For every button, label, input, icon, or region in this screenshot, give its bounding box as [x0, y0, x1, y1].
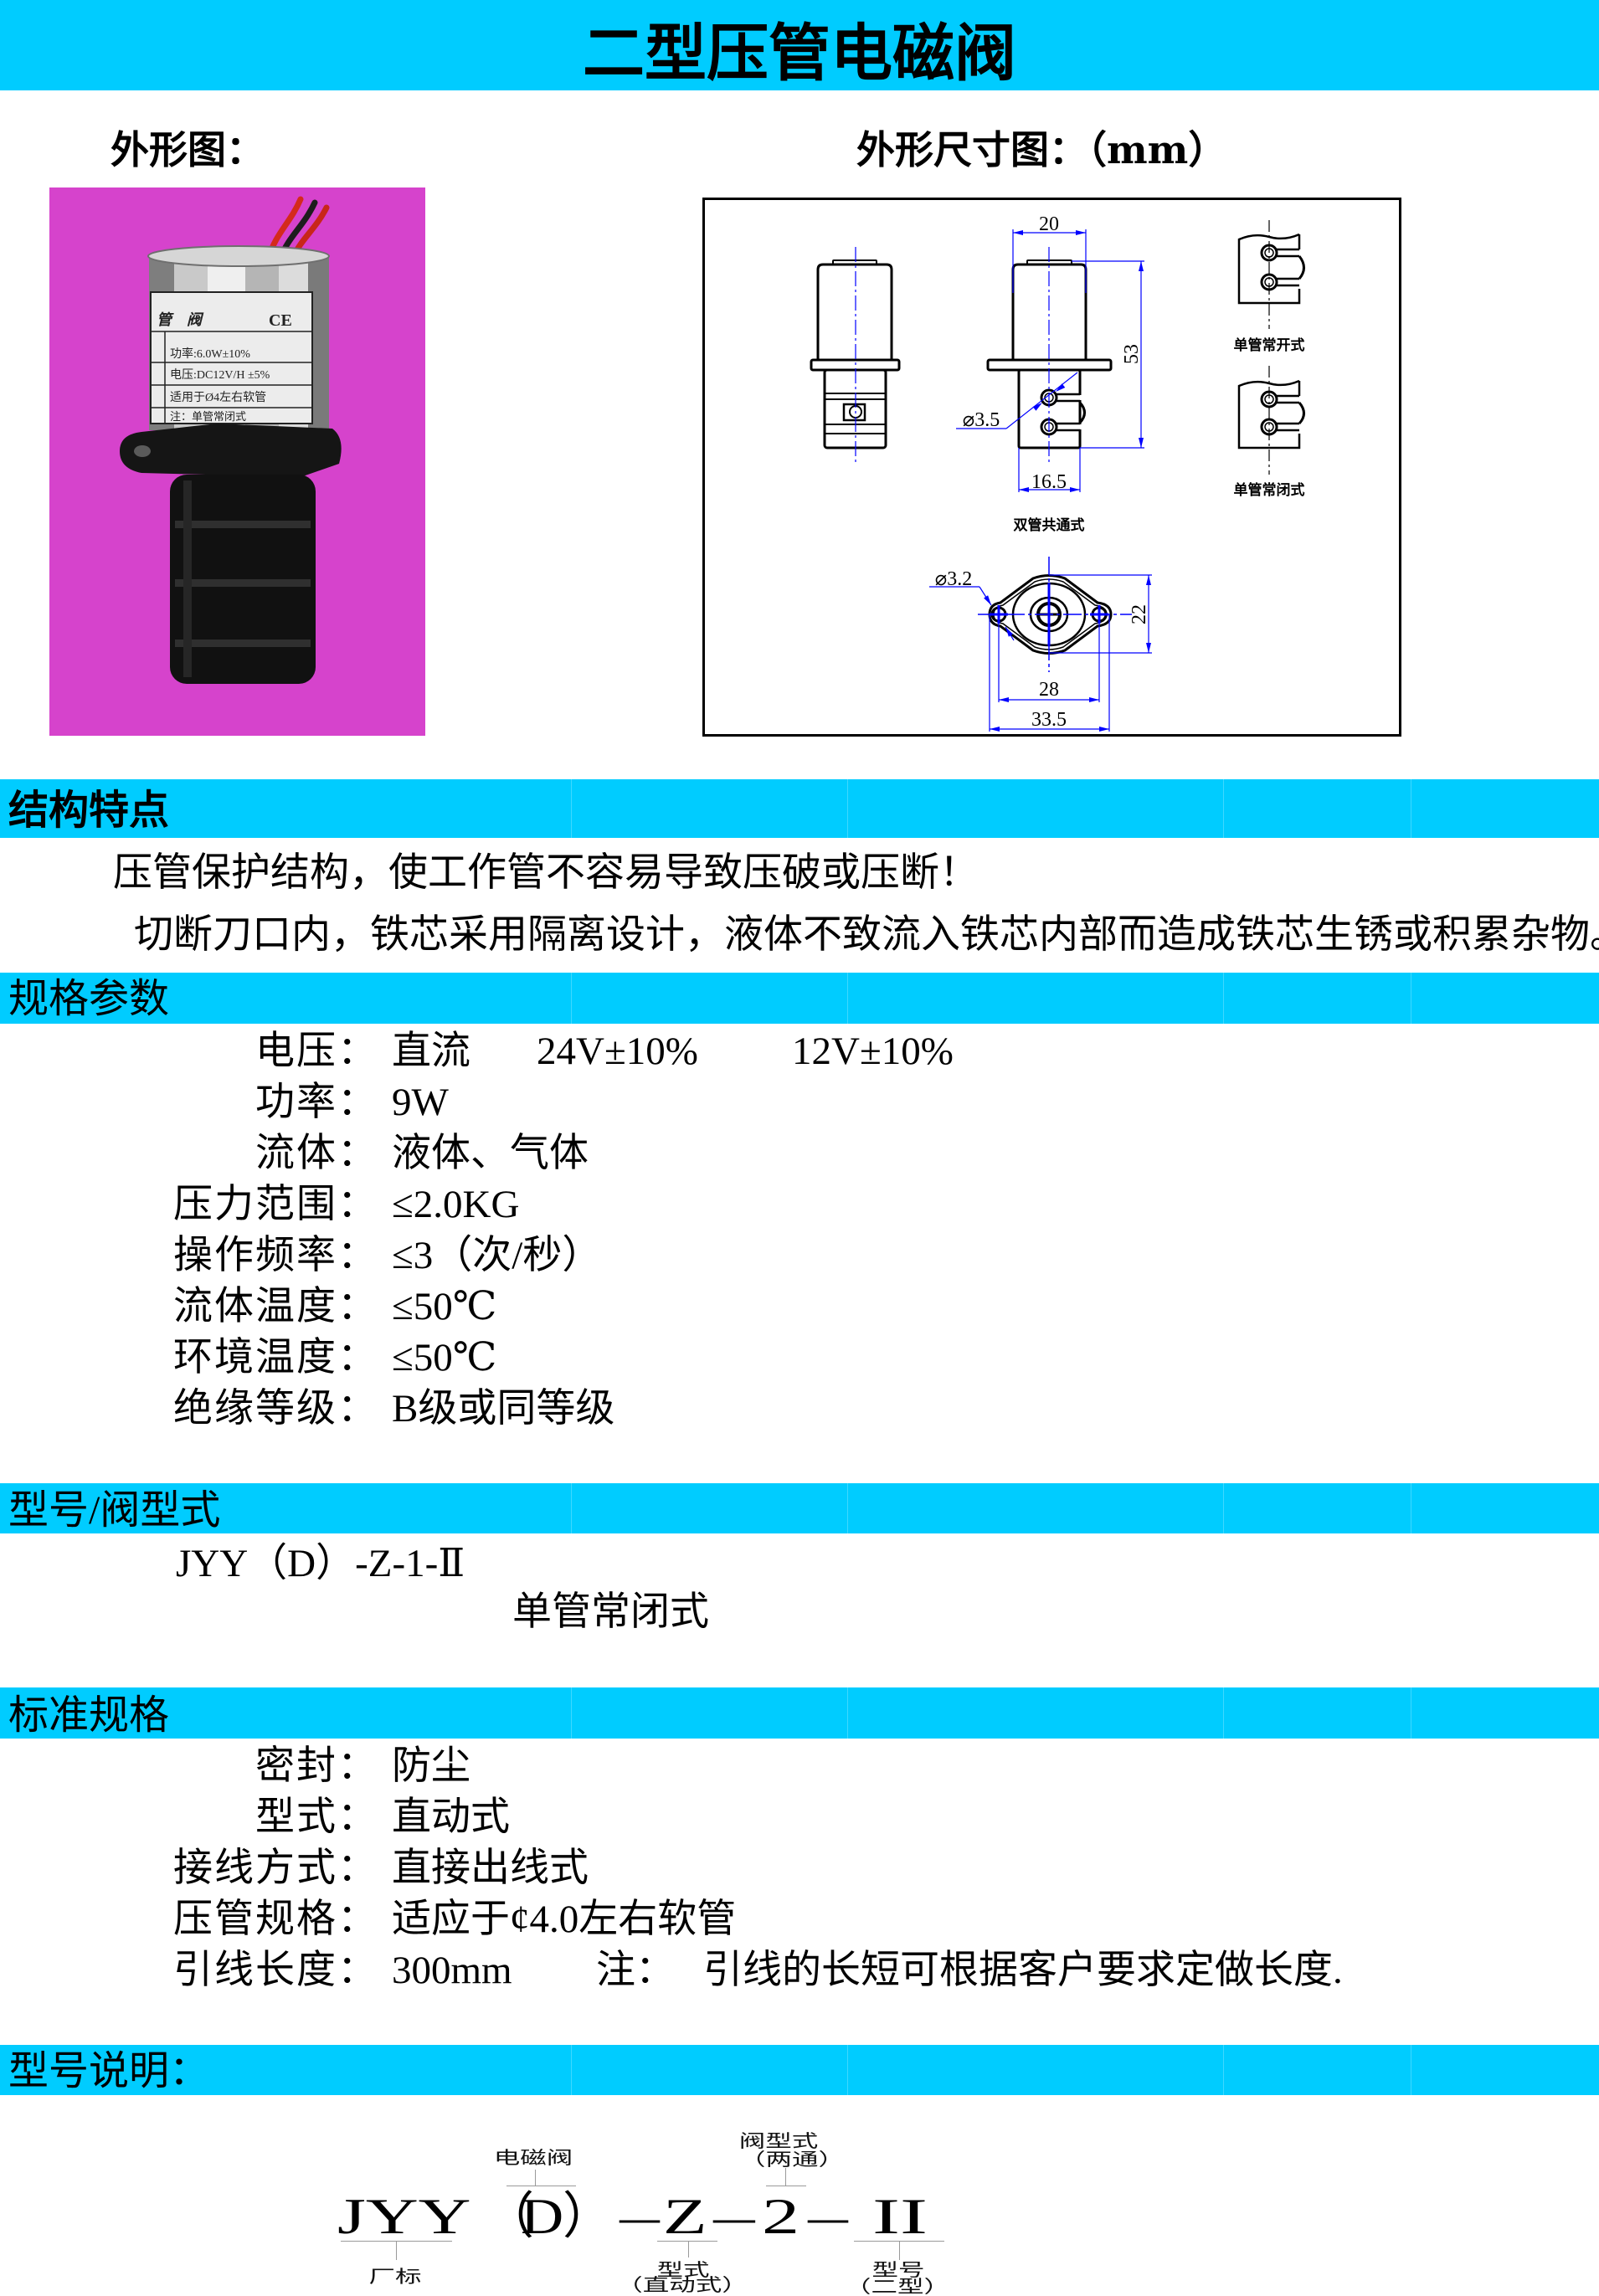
- code-token-ii: II: [872, 2189, 928, 2244]
- spec-label: 功率：: [255, 1081, 378, 1124]
- dim-label-hole-spacing: 28: [1039, 679, 1059, 701]
- dim-label-height: 53: [1121, 344, 1143, 364]
- dim-label-base-width: 16.5: [1031, 471, 1067, 493]
- section-heading-standard: 标准规格: [8, 1693, 170, 1738]
- nameplate-line: 适用于Ø4左右软管: [170, 391, 266, 404]
- nameplate-label: 管 阀 CE 功率:6.0W±10% 电压:DC12V/H ±5% 适用于Ø4左…: [150, 291, 313, 424]
- dim-label-flange-width: 33.5: [1031, 709, 1067, 731]
- standard-value: 防尘: [392, 1744, 470, 1788]
- spec-value: 液体、气体: [392, 1132, 589, 1175]
- caption-single-open: 单管常开式: [1234, 336, 1305, 353]
- leader-tick-valve-type: [785, 2168, 786, 2186]
- spec-value: 9W: [392, 1081, 449, 1124]
- code-token-dash: —: [620, 2189, 660, 2244]
- spec-label: 操作频率：: [173, 1234, 378, 1277]
- section-heading-features: 结构特点: [8, 787, 170, 834]
- datasheet-page: 二型压管电磁阀 外形图： 外形尺寸图：（mm） 管 阀 CE 功率:6.0W±1…: [0, 0, 1599, 2296]
- section-band-model-explain: [0, 2045, 1599, 2095]
- dim-label-flange-height: 22: [1129, 604, 1150, 624]
- section-band-features: [0, 779, 1599, 838]
- standard-label: 引线长度：: [173, 1949, 378, 1992]
- code-token-d: D: [521, 2189, 564, 2244]
- nameplate-title: 管 阀: [157, 311, 204, 328]
- caption-single-closed: 单管常闭式: [1234, 481, 1305, 498]
- model-code: JYY（D）-Z-1-Ⅱ: [176, 1542, 465, 1585]
- product-photo: 管 阀 CE 功率:6.0W±10% 电压:DC12V/H ±5% 适用于Ø4左…: [49, 187, 425, 736]
- standard-label: 密封：: [255, 1744, 378, 1788]
- spec-value-12v: 12V±10%: [792, 1030, 954, 1073]
- standard-label: 压管规格：: [173, 1898, 378, 1941]
- annotation-brand: 厂标: [368, 2267, 422, 2287]
- dimension-drawing: 20 53 ⌀3.5 16.5 双管共通式 单管常开式 单管常闭式 22 28 …: [702, 198, 1401, 737]
- single-open-view: [1237, 233, 1305, 305]
- page-title: 二型压管电磁阀: [583, 18, 1016, 90]
- code-token-dash: —: [713, 2189, 755, 2244]
- section-band-standard: [0, 1687, 1599, 1739]
- photo-heading: 外形图：: [111, 127, 265, 172]
- standard-label: 接线方式：: [173, 1847, 378, 1890]
- dimension-heading: 外形尺寸图：（mm）: [856, 127, 1227, 172]
- leader-tick-solenoid: [535, 2170, 536, 2186]
- lead-length-note: 引线的长短可根据客户要求定做长度.: [703, 1949, 1343, 1992]
- spec-value-24v: 24V±10%: [537, 1030, 698, 1073]
- standard-value: 300mm: [392, 1949, 512, 1992]
- standard-label: 型式：: [255, 1795, 378, 1839]
- nameplate-line: 电压:DC12V/H ±5%: [170, 368, 270, 382]
- code-token-paren-close: ）: [563, 2189, 613, 2244]
- annotation-style-note: （直动式）: [616, 2275, 748, 2295]
- annotation-valve-type: 阀型式: [738, 2131, 819, 2151]
- spec-value: B级或同等级: [392, 1387, 615, 1431]
- standard-value: 直动式: [392, 1795, 510, 1839]
- annotation-valve-type-note: （两通）: [739, 2150, 845, 2170]
- spec-value: ≤50℃: [392, 1285, 497, 1328]
- spec-label: 流体温度：: [173, 1285, 378, 1328]
- spec-label: 压力范围：: [173, 1183, 378, 1226]
- section-heading-model: 型号/阀型式: [8, 1488, 221, 1533]
- spec-label: 绝缘等级：: [173, 1387, 378, 1431]
- annotation-solenoid: 电磁阀: [493, 2148, 573, 2168]
- spec-label: 流体：: [255, 1132, 378, 1175]
- spec-value: ≤50℃: [392, 1336, 497, 1379]
- feature-line: 切断刀口内，铁芯采用隔离设计，液体不致流入铁芯内部而造成铁芯生锈或积累杂物。: [134, 913, 1599, 957]
- spec-value: ≤3（次/秒）: [392, 1234, 602, 1277]
- valve-body: [170, 475, 316, 684]
- lead-length-note-label: 注：: [596, 1949, 675, 1992]
- leader-tick-model-no: [899, 2241, 900, 2260]
- section-heading-specs: 规格参数: [8, 977, 170, 1021]
- spec-label: 环境温度：: [173, 1336, 378, 1379]
- ce-mark: CE: [269, 311, 292, 330]
- single-closed-view: [1237, 379, 1305, 449]
- standard-value: 适应于¢4.0左右软管: [392, 1898, 737, 1941]
- dim-label-mount-hole: ⌀3.2: [935, 568, 972, 590]
- section-band-specs: [0, 973, 1599, 1024]
- section-heading-model-explain: 型号说明：: [8, 2049, 210, 2093]
- code-token-z: Z: [663, 2189, 707, 2244]
- nameplate-line: 注：单管常闭式: [170, 410, 246, 423]
- spec-value: ≤2.0KG: [392, 1183, 520, 1226]
- nameplate-line: 功率:6.0W±10%: [170, 347, 250, 361]
- code-token-2: 2: [762, 2189, 800, 2244]
- spec-label: 电压：: [255, 1030, 378, 1073]
- leader-line-style: [657, 2241, 717, 2242]
- caption-double-tube: 双管共通式: [1014, 516, 1085, 533]
- dim-label-top-width: 20: [1039, 213, 1059, 235]
- code-token-brand: JYY: [337, 2189, 471, 2244]
- code-token-dash: —: [808, 2189, 848, 2244]
- standard-value: 直接出线式: [392, 1847, 589, 1890]
- leader-tick-brand: [396, 2241, 397, 2260]
- spec-value: 直流: [392, 1030, 470, 1073]
- dim-label-slot-hole: ⌀3.5: [963, 409, 1000, 431]
- model-valve-type: 单管常闭式: [512, 1590, 709, 1634]
- feature-line: 压管保护结构，使工作管不容易导致压破或压断！: [113, 851, 979, 895]
- leader-tick-style: [688, 2241, 689, 2257]
- section-band-model: [0, 1483, 1599, 1533]
- annotation-model-no-note: （二型）: [845, 2277, 950, 2296]
- mounting-flange: [120, 424, 342, 477]
